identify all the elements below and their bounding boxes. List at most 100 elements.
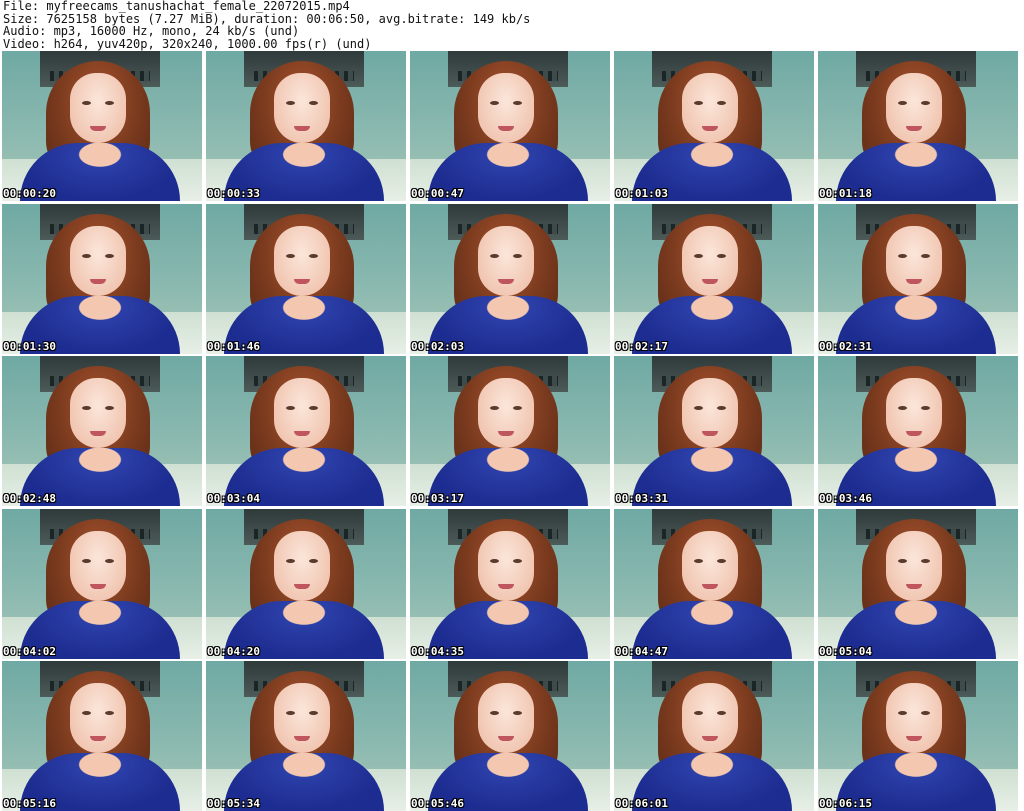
- video-frame-thumbnail: 00:00:47: [410, 51, 610, 201]
- frame-mouth: [498, 736, 514, 741]
- frame-face: [478, 530, 534, 601]
- thumbnail-grid: 00:00:20 00:00:33 00:00:47 00:01:03 00:01:18…: [2, 51, 1022, 811]
- frame-face: [886, 683, 942, 753]
- frame-face: [682, 225, 738, 296]
- video-frame-thumbnail: 00:02:31: [818, 203, 1018, 354]
- video-frame-thumbnail: 00:04:20: [206, 508, 406, 659]
- frame-timestamp: 00:05:34: [207, 797, 260, 810]
- video-frame-thumbnail: 00:03:31: [614, 356, 814, 506]
- frame-mouth: [498, 431, 514, 436]
- frame-mouth: [498, 126, 514, 131]
- video-frame-thumbnail: 00:02:03: [410, 203, 610, 354]
- video-frame-thumbnail: 00:04:02: [2, 508, 202, 659]
- frame-face: [886, 225, 942, 296]
- frame-mouth: [702, 126, 718, 131]
- audio-line: Audio: mp3, 16000 Hz, mono, 24 kb/s (und…: [3, 24, 300, 38]
- frame-mouth: [294, 583, 310, 589]
- video-frame-thumbnail: 00:01:18: [818, 51, 1018, 201]
- frame-timestamp: 00:06:15: [819, 797, 872, 810]
- frame-face: [70, 225, 126, 296]
- frame-face: [478, 73, 534, 143]
- video-frame-thumbnail: 00:05:46: [410, 661, 610, 811]
- file-info-header: File: myfreecams_tanushachat_female_2207…: [3, 0, 530, 50]
- video-frame-thumbnail: 00:00:33: [206, 51, 406, 201]
- frame-face: [70, 73, 126, 143]
- frame-mouth: [90, 126, 106, 131]
- frame-timestamp: 00:05:46: [411, 797, 464, 810]
- frame-face: [682, 683, 738, 753]
- video-frame-thumbnail: 00:04:47: [614, 508, 814, 659]
- frame-face: [478, 683, 534, 753]
- frame-face: [682, 530, 738, 601]
- frame-mouth: [906, 583, 922, 589]
- frame-timestamp: 00:01:46: [207, 339, 260, 353]
- frame-timestamp: 00:04:20: [207, 644, 260, 658]
- video-frame-thumbnail: 00:00:20: [2, 51, 202, 201]
- video-frame-thumbnail: 00:03:17: [410, 356, 610, 506]
- video-frame-thumbnail: 00:01:30: [2, 203, 202, 354]
- frame-timestamp: 00:00:33: [207, 187, 260, 200]
- frame-timestamp: 00:00:47: [411, 187, 464, 200]
- frame-mouth: [90, 736, 106, 741]
- frame-mouth: [702, 583, 718, 589]
- frame-mouth: [90, 431, 106, 436]
- frame-face: [886, 530, 942, 601]
- frame-mouth: [294, 431, 310, 436]
- frame-mouth: [906, 278, 922, 284]
- frame-face: [886, 73, 942, 143]
- video-frame-thumbnail: 00:04:35: [410, 508, 610, 659]
- frame-face: [274, 683, 330, 753]
- frame-mouth: [702, 278, 718, 284]
- frame-face: [70, 683, 126, 753]
- frame-timestamp: 00:01:18: [819, 187, 872, 200]
- frame-face: [682, 378, 738, 448]
- frame-timestamp: 00:01:03: [615, 187, 668, 200]
- frame-timestamp: 00:04:02: [3, 644, 56, 658]
- video-frame-thumbnail: 00:01:03: [614, 51, 814, 201]
- frame-timestamp: 00:02:17: [615, 339, 668, 353]
- frame-mouth: [702, 736, 718, 741]
- frame-face: [70, 378, 126, 448]
- video-frame-thumbnail: 00:03:46: [818, 356, 1018, 506]
- frame-mouth: [906, 431, 922, 436]
- frame-face: [886, 378, 942, 448]
- frame-face: [478, 378, 534, 448]
- file-line: File: myfreecams_tanushachat_female_2207…: [3, 0, 350, 13]
- frame-mouth: [90, 583, 106, 589]
- frame-face: [274, 378, 330, 448]
- video-frame-thumbnail: 00:05:34: [206, 661, 406, 811]
- frame-timestamp: 00:02:48: [3, 492, 56, 505]
- frame-mouth: [90, 278, 106, 284]
- frame-timestamp: 00:05:04: [819, 644, 872, 658]
- video-frame-thumbnail: 00:06:15: [818, 661, 1018, 811]
- video-frame-thumbnail: 00:02:48: [2, 356, 202, 506]
- frame-timestamp: 00:05:16: [3, 797, 56, 810]
- frame-timestamp: 00:03:17: [411, 492, 464, 505]
- video-frame-thumbnail: 00:05:16: [2, 661, 202, 811]
- frame-timestamp: 00:06:01: [615, 797, 668, 810]
- frame-mouth: [702, 431, 718, 436]
- frame-timestamp: 00:00:20: [3, 187, 56, 200]
- video-frame-thumbnail: 00:06:01: [614, 661, 814, 811]
- frame-timestamp: 00:02:31: [819, 339, 872, 353]
- frame-face: [682, 73, 738, 143]
- frame-timestamp: 00:03:31: [615, 492, 668, 505]
- frame-mouth: [294, 126, 310, 131]
- frame-timestamp: 00:04:35: [411, 644, 464, 658]
- frame-timestamp: 00:01:30: [3, 339, 56, 353]
- frame-face: [274, 530, 330, 601]
- frame-face: [70, 530, 126, 601]
- frame-face: [274, 225, 330, 296]
- frame-timestamp: 00:04:47: [615, 644, 668, 658]
- frame-timestamp: 00:03:46: [819, 492, 872, 505]
- frame-face: [274, 73, 330, 143]
- video-frame-thumbnail: 00:02:17: [614, 203, 814, 354]
- frame-mouth: [294, 736, 310, 741]
- frame-timestamp: 00:03:04: [207, 492, 260, 505]
- frame-face: [478, 225, 534, 296]
- frame-mouth: [906, 736, 922, 741]
- video-frame-thumbnail: 00:05:04: [818, 508, 1018, 659]
- video-line: Video: h264, yuv420p, 320x240, 1000.00 f…: [3, 36, 372, 51]
- video-frame-thumbnail: 00:03:04: [206, 356, 406, 506]
- frame-mouth: [294, 278, 310, 284]
